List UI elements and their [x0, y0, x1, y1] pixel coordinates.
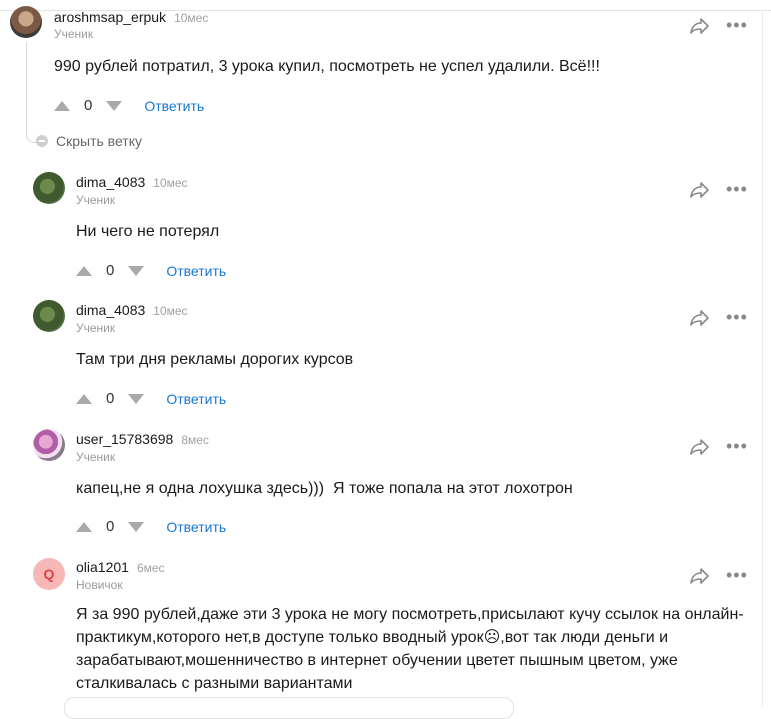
comment-header: user_15783698 8мес	[76, 431, 209, 449]
vote-controls: 0 Ответить	[76, 518, 226, 535]
share-icon[interactable]	[688, 566, 710, 586]
avatar[interactable]: Q	[33, 558, 65, 590]
upvote-icon[interactable]	[76, 393, 92, 404]
user-role: Ученик	[54, 27, 94, 41]
vote-count: 0	[106, 390, 115, 407]
comment-header: olia1201 6мес	[76, 559, 165, 577]
hide-branch-button[interactable]: Скрыть ветку	[36, 133, 142, 149]
downvote-icon[interactable]	[128, 393, 145, 404]
reply-input[interactable]	[64, 697, 514, 719]
user-role: Ученик	[76, 450, 116, 464]
upvote-icon[interactable]	[76, 265, 92, 276]
timestamp: 10мес	[153, 176, 188, 190]
reply-button[interactable]: Ответить	[144, 98, 204, 114]
vote-count: 0	[106, 262, 115, 279]
comment-text: капец,не я одна лохушка здесь))) Я тоже …	[76, 480, 573, 497]
comment-text: Там три дня рекламы дорогих курсов	[76, 351, 354, 368]
comment-text: Я за 990 рублей,даже эти 3 урока не могу…	[76, 606, 744, 692]
user-role: Новичок	[76, 578, 123, 592]
avatar[interactable]	[33, 172, 65, 204]
upvote-icon[interactable]	[76, 521, 92, 532]
downvote-icon[interactable]	[106, 100, 123, 111]
avatar-letter: Q	[43, 566, 55, 582]
share-icon[interactable]	[688, 180, 710, 200]
comment-header: dima_4083 10мес	[76, 174, 188, 192]
comment-header: dima_4083 10мес	[76, 302, 188, 320]
avatar[interactable]	[33, 429, 65, 461]
hide-branch-label: Скрыть ветку	[56, 133, 142, 149]
username[interactable]: aroshmsap_erpuk	[54, 9, 166, 25]
comment-text: 990 рублей потратил, 3 урока купил, посм…	[54, 58, 600, 75]
user-role: Ученик	[76, 321, 116, 335]
share-icon[interactable]	[688, 16, 710, 36]
username[interactable]: user_15783698	[76, 431, 173, 447]
more-icon[interactable]: •••	[726, 16, 748, 34]
reply-button[interactable]: Ответить	[166, 519, 226, 535]
thread-line	[26, 42, 27, 138]
timestamp: 10мес	[174, 11, 209, 25]
right-border	[762, 10, 763, 707]
vote-controls: 0 Ответить	[76, 262, 226, 279]
avatar[interactable]	[33, 300, 65, 332]
timestamp: 6мес	[136, 561, 165, 575]
timestamp: 10мес	[153, 304, 188, 318]
timestamp: 8мес	[181, 433, 209, 447]
username[interactable]: dima_4083	[76, 174, 145, 190]
collapse-icon	[36, 135, 48, 147]
downvote-icon[interactable]	[128, 521, 145, 532]
vote-count: 0	[84, 97, 93, 114]
more-icon[interactable]: •••	[726, 308, 748, 326]
vote-controls: 0 Ответить	[76, 390, 226, 407]
username[interactable]: dima_4083	[76, 302, 145, 318]
upvote-icon[interactable]	[54, 100, 70, 111]
username[interactable]: olia1201	[76, 559, 129, 575]
reply-button[interactable]: Ответить	[166, 391, 226, 407]
user-role: Ученик	[76, 193, 116, 207]
avatar[interactable]	[10, 6, 42, 38]
comment-text: Ни чего не потерял	[76, 223, 220, 240]
more-icon[interactable]: •••	[726, 566, 748, 584]
comment-header: aroshmsap_erpuk 10мес	[54, 9, 208, 27]
share-icon[interactable]	[688, 308, 710, 328]
vote-count: 0	[106, 518, 115, 535]
more-icon[interactable]: •••	[726, 180, 748, 198]
downvote-icon[interactable]	[128, 265, 145, 276]
share-icon[interactable]	[688, 437, 710, 457]
reply-button[interactable]: Ответить	[166, 263, 226, 279]
vote-controls: 0 Ответить	[54, 97, 204, 114]
more-icon[interactable]: •••	[726, 437, 748, 455]
